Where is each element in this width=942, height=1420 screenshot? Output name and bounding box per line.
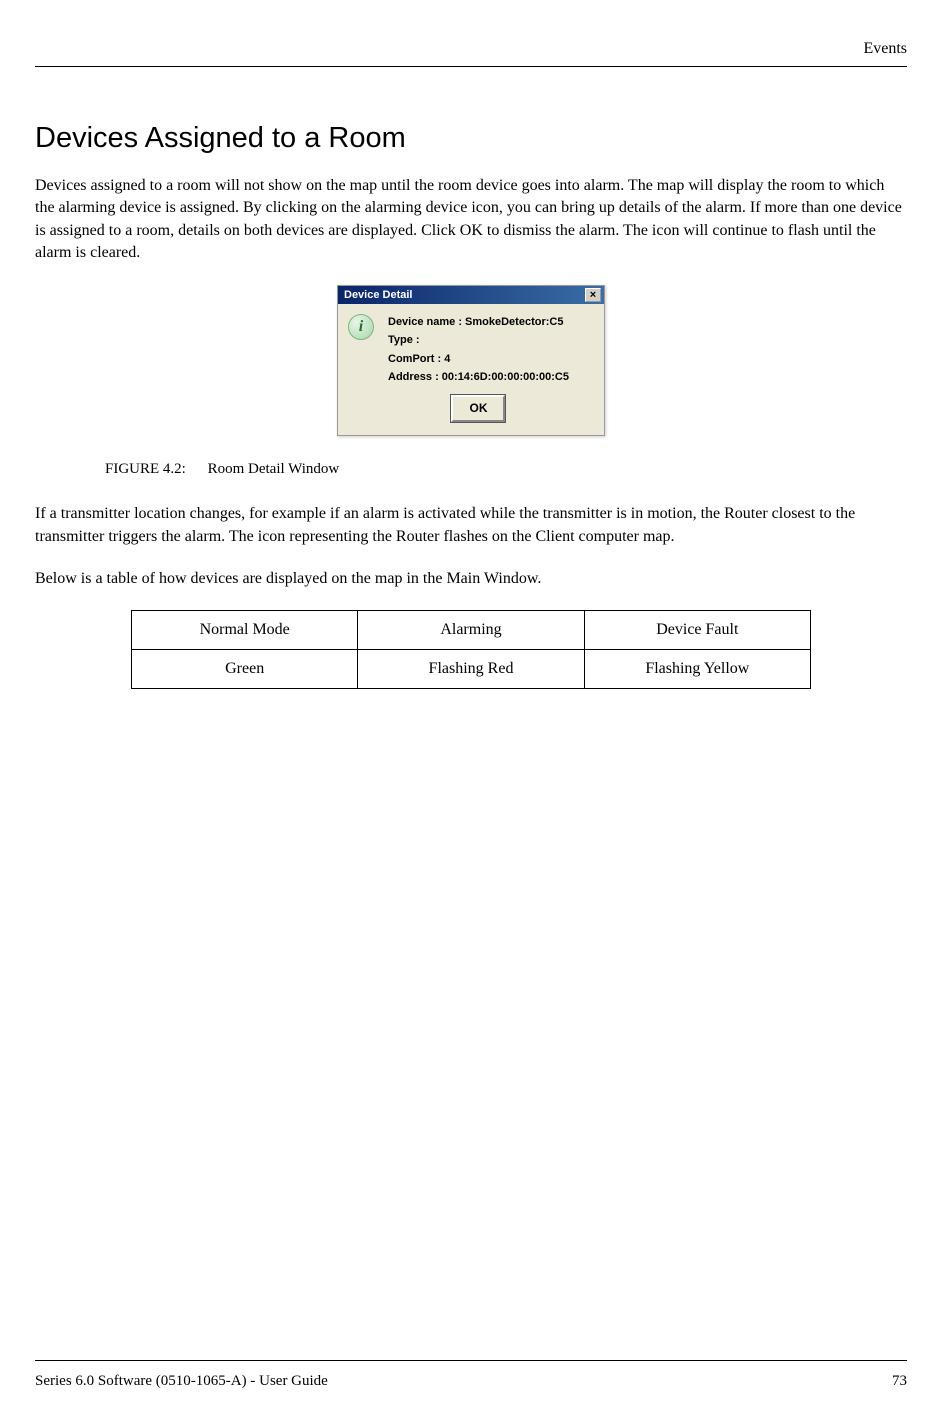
section-title: Devices Assigned to a Room: [35, 122, 907, 155]
ok-button[interactable]: OK: [451, 395, 505, 422]
paragraph-3: Below is a table of how devices are disp…: [35, 568, 907, 590]
dialog-content: Device name : SmokeDetector:C5 Type : Co…: [388, 314, 569, 424]
dialog-button-row: OK: [388, 395, 569, 422]
page-number: 73: [892, 1373, 907, 1390]
header-section-name: Events: [863, 40, 907, 57]
close-icon[interactable]: ×: [585, 288, 601, 302]
figure-label: FIGURE 4.2:: [105, 461, 186, 478]
table-header-cell: Device Fault: [584, 611, 810, 650]
info-icon: i: [348, 314, 376, 342]
table-cell: Green: [132, 650, 358, 689]
table-cell: Flashing Red: [358, 650, 584, 689]
dialog-body: i Device name : SmokeDetector:C5 Type : …: [338, 304, 604, 436]
table-row: Normal Mode Alarming Device Fault: [132, 611, 811, 650]
device-display-table: Normal Mode Alarming Device Fault Green …: [131, 610, 811, 689]
table-header-cell: Alarming: [358, 611, 584, 650]
figure-caption-text: Room Detail Window: [208, 461, 340, 477]
page-header: Events: [35, 40, 907, 67]
paragraph-1: Devices assigned to a room will not show…: [35, 175, 907, 265]
device-detail-dialog: Device Detail × i Device name : SmokeDet…: [337, 285, 605, 437]
address-line: Address : 00:14:6D:00:00:00:00:C5: [388, 369, 569, 387]
table-header-cell: Normal Mode: [132, 611, 358, 650]
paragraph-2: If a transmitter location changes, for e…: [35, 503, 907, 548]
table-cell: Flashing Yellow: [584, 650, 810, 689]
type-line: Type :: [388, 332, 569, 350]
dialog-figure-container: Device Detail × i Device name : SmokeDet…: [35, 285, 907, 437]
dialog-title: Device Detail: [344, 289, 412, 301]
dialog-titlebar: Device Detail ×: [338, 286, 604, 304]
device-name-line: Device name : SmokeDetector:C5: [388, 314, 569, 332]
page-footer: Series 6.0 Software (0510-1065-A) - User…: [35, 1360, 907, 1390]
table-row: Green Flashing Red Flashing Yellow: [132, 650, 811, 689]
figure-caption: FIGURE 4.2: Room Detail Window: [105, 461, 907, 478]
comport-line: ComPort : 4: [388, 351, 569, 369]
footer-left: Series 6.0 Software (0510-1065-A) - User…: [35, 1373, 328, 1390]
